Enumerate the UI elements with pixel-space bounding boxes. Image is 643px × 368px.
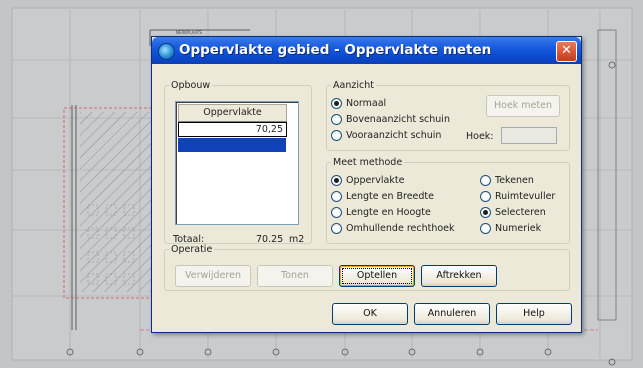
opbouw-group: Opbouw Oppervlakte 70,25 Totaal: 70.25 m… [164, 80, 312, 245]
radio-vooraanzicht-schuin[interactable]: Vooraanzicht schuin [331, 130, 441, 141]
meet-methode-legend: Meet methode [333, 157, 403, 168]
radio-selected-icon [480, 207, 491, 218]
radio-icon [331, 130, 342, 141]
radio-icon [480, 191, 491, 202]
radio-ruimtevuller[interactable]: Ruimtevuller [480, 191, 555, 202]
radio-ruimtevuller-label: Ruimtevuller [495, 191, 556, 202]
column-header-oppervlakte[interactable]: Oppervlakte [178, 104, 287, 122]
aanzicht-group: Aanzicht Normaal Bovenaanzicht schuin Vo… [326, 80, 570, 151]
drawing-stamp: NERKPLAATS [176, 30, 202, 35]
annuleren-button[interactable]: Annuleren [414, 303, 490, 325]
radio-bovenaanzicht-label: Bovenaanzicht schuin [346, 114, 450, 125]
opbouw-legend: Opbouw [171, 80, 211, 91]
optellen-button[interactable]: Optellen [339, 265, 415, 287]
list-item[interactable]: 70,25 [178, 122, 287, 137]
list-item-selected-empty[interactable] [178, 138, 286, 152]
opbouw-listbox[interactable]: Oppervlakte 70,25 [175, 101, 299, 225]
radio-icon [331, 207, 342, 218]
radio-icon [331, 191, 342, 202]
radio-selecteren[interactable]: Selecteren [480, 207, 546, 218]
ok-button[interactable]: OK [332, 303, 408, 325]
radio-lengte-breedte-label: Lengte en Breedte [346, 191, 435, 202]
radio-omhullende-label: Omhullende rechthoek [346, 223, 455, 234]
close-button[interactable]: ✕ [556, 41, 577, 62]
app-icon [158, 43, 175, 60]
help-button[interactable]: Help [496, 303, 572, 325]
hoek-input[interactable] [501, 127, 557, 144]
aanzicht-legend: Aanzicht [333, 80, 374, 91]
radio-numeriek[interactable]: Numeriek [480, 223, 541, 234]
dialog-title: Oppervlakte gebied - Oppervlakte meten [179, 42, 492, 58]
radio-icon [480, 223, 491, 234]
radio-normaal-label: Normaal [346, 98, 387, 109]
radio-selected-icon [331, 98, 342, 109]
aftrekken-button[interactable]: Aftrekken [421, 265, 497, 287]
area-measure-dialog: Oppervlakte gebied - Oppervlakte meten ✕… [151, 36, 582, 333]
verwijderen-button[interactable]: Verwijderen [175, 265, 251, 287]
radio-lengte-hoogte-label: Lengte en Hoogte [346, 207, 431, 218]
radio-icon [480, 175, 491, 186]
meet-methode-group: Meet methode Oppervlakte Lengte en Breed… [326, 157, 570, 244]
radio-icon [331, 114, 342, 125]
radio-tekenen-label: Tekenen [495, 175, 534, 186]
radio-lengte-en-breedte[interactable]: Lengte en Breedte [331, 191, 434, 202]
operatie-group: Operatie Verwijderen Tonen Optellen Aftr… [164, 244, 570, 291]
radio-numeriek-label: Numeriek [495, 223, 542, 234]
hoek-meten-button[interactable]: Hoek meten [486, 95, 560, 117]
radio-selecteren-label: Selecteren [495, 207, 546, 218]
radio-bovenaanzicht-schuin[interactable]: Bovenaanzicht schuin [331, 114, 450, 125]
radio-tekenen[interactable]: Tekenen [480, 175, 534, 186]
radio-selected-icon [331, 175, 342, 186]
radio-oppervlakte[interactable]: Oppervlakte [331, 175, 404, 186]
dialog-titlebar[interactable]: Oppervlakte gebied - Oppervlakte meten ✕ [152, 37, 581, 64]
radio-icon [331, 223, 342, 234]
radio-omhullende-rechthoek[interactable]: Omhullende rechthoek [331, 223, 455, 234]
operatie-legend: Operatie [171, 244, 213, 255]
radio-lengte-en-hoogte[interactable]: Lengte en Hoogte [331, 207, 431, 218]
radio-normaal[interactable]: Normaal [331, 98, 386, 109]
radio-oppervlakte-label: Oppervlakte [346, 175, 405, 186]
hoek-label: Hoek: [466, 131, 494, 142]
tonen-button[interactable]: Tonen [257, 265, 333, 287]
radio-vooraanzicht-label: Vooraanzicht schuin [346, 130, 442, 141]
